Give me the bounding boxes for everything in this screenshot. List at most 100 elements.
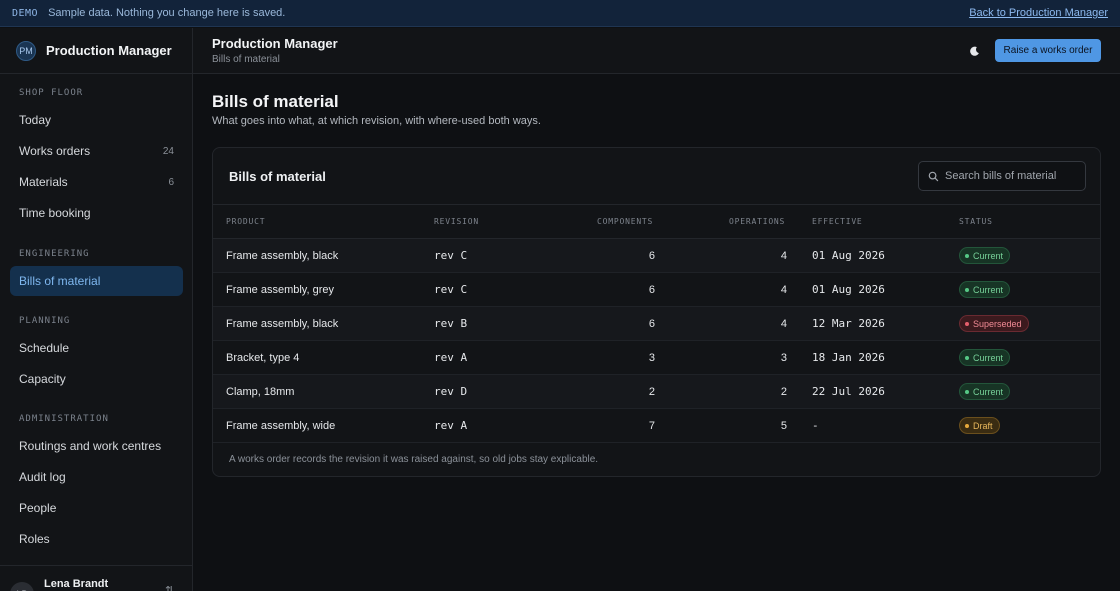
sidebar-item-routings[interactable]: Routings and work centres — [10, 431, 183, 461]
status-dot — [965, 321, 969, 326]
cell-product: Frame assembly, black — [226, 318, 339, 330]
sidebar-item-people[interactable]: People — [10, 493, 183, 523]
sidebar-item-label: People — [19, 501, 57, 515]
cell-product: Frame assembly, black — [226, 250, 339, 262]
table-row[interactable]: Frame assembly, wide rev A 7 5 - Draft — [213, 409, 1100, 443]
table-row[interactable]: Frame assembly, black rev B 6 4 12 Mar 2026 S… — [213, 307, 1100, 341]
status-dot — [965, 253, 969, 258]
status-badge: Current — [959, 349, 1011, 366]
status-label: Current — [973, 352, 1004, 363]
cell-revision: rev A — [434, 351, 468, 364]
cell-components: 6 — [648, 250, 655, 262]
status-label: Superseded — [973, 318, 1022, 329]
card-title: Bills of material — [229, 169, 326, 184]
table-row[interactable]: Frame assembly, grey rev C 6 4 01 Aug 2026 Cu… — [213, 273, 1100, 307]
status-badge: Superseded — [959, 315, 1029, 332]
sidebar-item-label: Bills of material — [19, 274, 101, 288]
section-title-shop-floor: SHOP FLOOR — [19, 87, 84, 98]
user-name: Lena Brandt — [44, 578, 109, 590]
card-header: Bills of material — [213, 148, 1100, 205]
col-revision[interactable]: REVISION — [434, 217, 479, 226]
works-orders-count: 24 — [162, 145, 174, 157]
card-footnote: A works order records the revision it wa… — [229, 454, 599, 465]
section-title-engineering: ENGINEERING — [19, 248, 90, 259]
table-row[interactable]: Clamp, 18mm rev D 2 2 22 Jul 2026 Current — [213, 375, 1100, 409]
section-title-planning: PLANNING — [19, 315, 71, 326]
cell-revision: rev D — [434, 385, 468, 398]
sidebar-item-label: Audit log — [19, 470, 66, 484]
col-components[interactable]: COMPONENTS — [597, 217, 653, 226]
status-badge: Current — [959, 383, 1011, 400]
table-header: PRODUCT REVISION COMPONENTS OPERATIONS E… — [213, 205, 1100, 239]
sidebar-item-label: Works orders — [19, 144, 91, 158]
cell-revision: rev B — [434, 317, 468, 330]
col-operations[interactable]: OPERATIONS — [729, 217, 785, 226]
sidebar-item-roles[interactable]: Roles — [10, 524, 183, 554]
cell-revision: rev A — [434, 419, 468, 432]
back-to-app-link[interactable]: Back to Production Manager — [969, 7, 1108, 19]
cell-components: 6 — [648, 318, 655, 330]
sidebar-item-label: Schedule — [19, 341, 70, 355]
sidebar-item-label: Capacity — [19, 372, 66, 386]
cell-product: Frame assembly, grey — [226, 284, 334, 296]
brand[interactable]: PM Production Manager — [0, 28, 192, 74]
sidebar-item-label: Routings and work centres — [19, 439, 162, 453]
demo-tag: DEMO — [12, 7, 39, 19]
materials-count: 6 — [168, 176, 174, 188]
cell-components: 7 — [648, 420, 655, 432]
page-title: Bills of material — [212, 92, 339, 111]
brand-avatar: PM — [16, 40, 36, 61]
cell-product: Frame assembly, wide — [226, 420, 336, 432]
raise-works-order-button[interactable]: Raise a works order — [995, 39, 1101, 62]
status-badge: Draft — [959, 417, 1000, 434]
sidebar-item-bills-of-material[interactable]: Bills of material — [10, 266, 183, 296]
status-badge: Current — [959, 247, 1011, 264]
search-input[interactable] — [945, 170, 1085, 182]
cell-effective: 01 Aug 2026 — [812, 249, 885, 262]
status-label: Current — [973, 386, 1004, 397]
brand-name: Production Manager — [46, 43, 172, 58]
moon-icon[interactable] — [966, 43, 982, 59]
search-box[interactable] — [918, 161, 1086, 191]
cell-operations: 5 — [780, 420, 787, 432]
chevron-updown-icon: ⇅ — [165, 585, 175, 591]
table-body: Frame assembly, black rev C 6 4 01 Aug 2026 C… — [213, 239, 1100, 444]
status-label: Current — [973, 284, 1004, 295]
sidebar-item-label: Today — [19, 113, 52, 127]
sidebar-item-capacity[interactable]: Capacity — [10, 364, 183, 394]
user-menu[interactable]: LB Lena Brandt ⇅ — [0, 565, 192, 591]
breadcrumb: Bills of material — [212, 54, 280, 65]
status-dot — [965, 355, 969, 360]
status-label: Draft — [973, 420, 993, 431]
status-badge: Current — [959, 281, 1011, 298]
table-row[interactable]: Frame assembly, black rev C 6 4 01 Aug 2026 C… — [213, 239, 1100, 273]
cell-product: Bracket, type 4 — [226, 352, 300, 364]
cell-components: 3 — [648, 352, 655, 364]
cell-operations: 4 — [780, 284, 787, 296]
cell-product: Clamp, 18mm — [226, 386, 295, 398]
cell-operations: 3 — [780, 352, 787, 364]
bom-card: Bills of material PRODUCT REVISION COMPO… — [212, 147, 1101, 477]
cell-effective: 01 Aug 2026 — [812, 283, 885, 296]
status-dot — [965, 287, 969, 292]
section-title-administration: ADMINISTRATION — [19, 413, 109, 424]
sidebar-item-materials[interactable]: Materials 6 — [10, 167, 183, 197]
cell-effective: - — [812, 419, 819, 432]
table-row[interactable]: Bracket, type 4 rev A 3 3 18 Jan 2026 Current — [213, 341, 1100, 375]
sidebar-item-today[interactable]: Today — [10, 105, 183, 135]
sidebar-item-works-orders[interactable]: Works orders 24 — [10, 136, 183, 166]
cell-revision: rev C — [434, 283, 468, 296]
status-label: Current — [973, 250, 1004, 261]
sidebar-item-time-booking[interactable]: Time booking — [10, 198, 183, 228]
col-product[interactable]: PRODUCT — [226, 217, 265, 226]
sidebar-item-schedule[interactable]: Schedule — [10, 333, 183, 363]
cell-components: 2 — [648, 386, 655, 398]
sidebar-item-audit-log[interactable]: Audit log — [10, 462, 183, 492]
search-icon — [928, 171, 939, 181]
col-effective[interactable]: EFFECTIVE — [812, 217, 863, 226]
col-status[interactable]: STATUS — [959, 217, 993, 226]
cell-components: 6 — [648, 284, 655, 296]
cell-effective: 12 Mar 2026 — [812, 317, 885, 330]
cell-effective: 18 Jan 2026 — [812, 351, 885, 364]
user-avatar: LB — [10, 582, 34, 591]
